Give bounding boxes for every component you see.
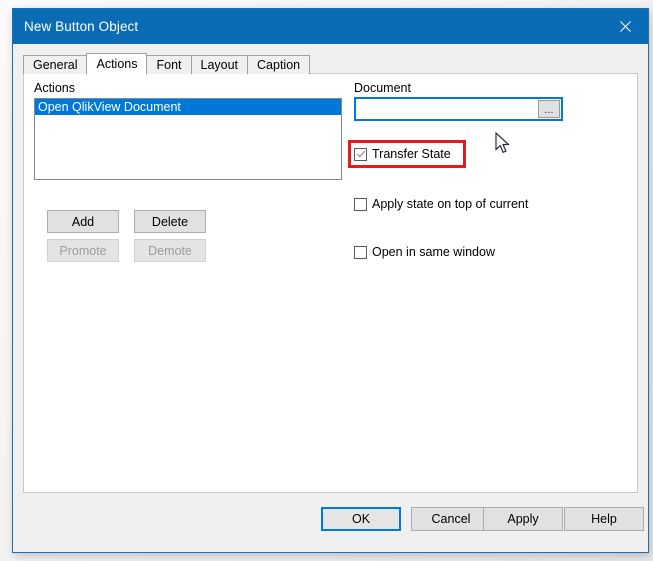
close-icon	[620, 21, 631, 32]
help-button[interactable]: Help	[564, 507, 644, 531]
tab-actions[interactable]: Actions	[86, 53, 147, 75]
checkbox-label: Transfer State	[372, 147, 451, 161]
tab-general[interactable]: General	[23, 55, 87, 74]
ok-button[interactable]: OK	[321, 507, 401, 531]
document-input[interactable]	[356, 99, 539, 119]
actions-listbox[interactable]: Open QlikView Document	[34, 98, 342, 180]
cancel-button[interactable]: Cancel	[411, 507, 491, 531]
document-label: Document	[354, 81, 411, 95]
browse-button[interactable]: ...	[538, 100, 560, 118]
title-bar: New Button Object	[13, 9, 648, 44]
tab-strip: General Actions Font Layout Caption	[13, 53, 648, 74]
tab-font[interactable]: Font	[146, 55, 191, 74]
window-title: New Button Object	[13, 19, 138, 34]
actions-label: Actions	[34, 81, 75, 95]
demote-button: Demote	[134, 239, 206, 262]
close-button[interactable]	[602, 9, 648, 44]
checkbox-label: Open in same window	[372, 245, 495, 259]
checkbox-label: Apply state on top of current	[372, 197, 528, 211]
dialog-window: New Button Object General Actions Font L…	[12, 8, 649, 553]
document-field: ...	[354, 97, 563, 121]
add-button[interactable]: Add	[47, 210, 119, 233]
tab-page-actions: Actions Open QlikView Document Add Delet…	[23, 73, 638, 493]
checkbox-transfer-state[interactable]: Transfer State	[354, 147, 451, 161]
tab-layout[interactable]: Layout	[191, 55, 249, 74]
tab-caption[interactable]: Caption	[247, 55, 310, 74]
apply-button[interactable]: Apply	[483, 507, 563, 531]
checkbox-box-icon	[354, 198, 367, 211]
list-item[interactable]: Open QlikView Document	[35, 99, 341, 115]
checkbox-apply-state-on-top[interactable]: Apply state on top of current	[354, 197, 528, 211]
checkbox-open-in-same-window[interactable]: Open in same window	[354, 245, 495, 259]
dialog-footer: OK Cancel Apply Help	[13, 494, 648, 552]
checkmark-icon	[354, 148, 367, 161]
checkbox-box-icon	[354, 246, 367, 259]
promote-button: Promote	[47, 239, 119, 262]
delete-button[interactable]: Delete	[134, 210, 206, 233]
